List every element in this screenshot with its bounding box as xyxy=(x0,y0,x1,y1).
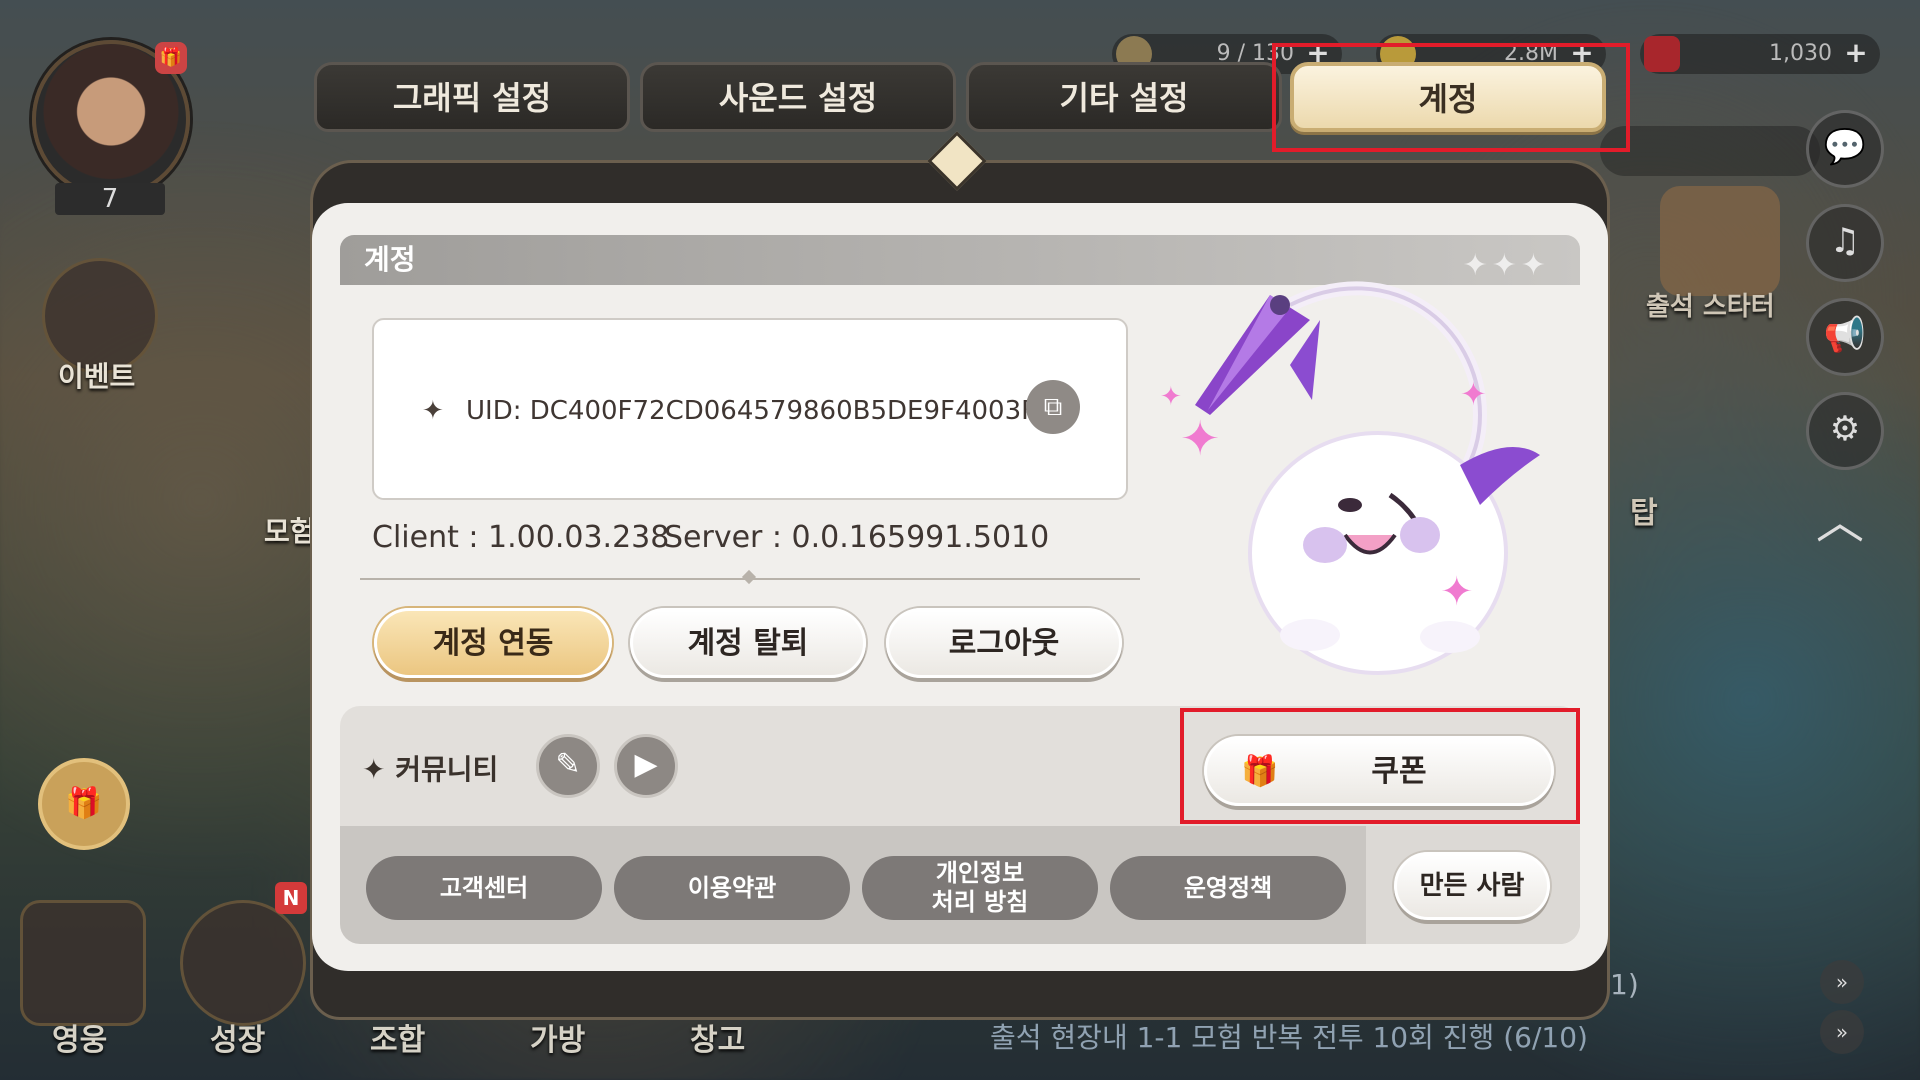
new-badge: N xyxy=(275,882,307,914)
client-version: Client : 1.00.03.238 xyxy=(372,520,670,555)
account-section-title: 계정 xyxy=(364,243,416,276)
play-icon: ▶ xyxy=(634,747,658,782)
sparkle-icon: ✦ xyxy=(362,753,396,786)
player-level: 7 xyxy=(55,183,165,215)
svg-text:✦: ✦ xyxy=(1160,382,1182,412)
operation-policy-button[interactable]: 운영정책 xyxy=(1110,856,1346,920)
nav-hero-label[interactable]: 영웅 xyxy=(52,1015,107,1059)
svg-text:✦: ✦ xyxy=(1180,411,1220,467)
add-gem-button[interactable]: + xyxy=(1842,39,1870,68)
youtube-button[interactable]: ▶ xyxy=(614,734,678,798)
collapse-up-icon[interactable]: ︿ xyxy=(1816,482,1864,552)
adventure-label: 모험 xyxy=(264,515,316,548)
tab-account[interactable]: 계정 xyxy=(1290,62,1606,132)
gem-counter: 1,030 + xyxy=(1640,34,1880,74)
gift-icon: 🎁 xyxy=(1241,754,1279,789)
community-forum-button[interactable]: ✎ xyxy=(536,734,600,798)
logout-button[interactable]: 로그아웃 xyxy=(886,608,1122,678)
tower-label: 탑 xyxy=(1630,496,1658,531)
uid-text: UID: DC400F72CD064579860B5DE9F4003FED xyxy=(466,396,1073,426)
copy-icon: ⧉ xyxy=(1043,392,1063,422)
mascot-illustration: ✦ ✦ ✦ ✦ xyxy=(1160,281,1540,675)
edit-note-icon: ✎ xyxy=(555,747,581,782)
growth-nav-icon[interactable] xyxy=(180,900,306,1026)
fast-forward-icon[interactable]: » xyxy=(1820,960,1864,1004)
chat-icon[interactable]: 💬 xyxy=(1806,110,1884,188)
quest-text[interactable]: 출석 현장내 1-1 모험 반복 전투 10회 진행 (6/10) xyxy=(990,1016,1588,1056)
community-label-text: 커뮤니티 xyxy=(395,753,499,786)
account-withdraw-button[interactable]: 계정 탈퇴 xyxy=(630,608,866,678)
starter-event-icon[interactable] xyxy=(1660,186,1780,296)
tab-graphics-settings[interactable]: 그래픽 설정 xyxy=(314,62,630,132)
starter-label: 출석 스타터 xyxy=(1646,292,1775,322)
tab-other-settings[interactable]: 기타 설정 xyxy=(966,62,1282,132)
account-link-button[interactable]: 계정 연동 xyxy=(374,608,612,678)
credits-button[interactable]: 만든 사람 xyxy=(1394,852,1550,920)
svg-text:✦: ✦ xyxy=(1460,375,1487,413)
terms-of-service-button[interactable]: 이용약관 xyxy=(614,856,850,920)
gift-badge-icon: 🎁 xyxy=(155,42,187,74)
nav-bag-label[interactable]: 가방 xyxy=(530,1015,585,1059)
community-label: ✦ 커뮤니티 xyxy=(362,748,498,788)
coupon-button[interactable]: 🎁 쿠폰 xyxy=(1204,736,1554,806)
privacy-policy-button[interactable]: 개인정보 처리 방침 xyxy=(862,856,1098,920)
coupon-label: 쿠폰 xyxy=(1371,754,1427,789)
hero-nav-icon[interactable] xyxy=(20,900,146,1026)
svg-text:✦: ✦ xyxy=(1440,569,1474,615)
notice-banner xyxy=(1600,126,1820,176)
fast-forward-icon[interactable]: » xyxy=(1820,1010,1864,1054)
gem-value: 1,030 xyxy=(1769,41,1832,66)
gem-icon xyxy=(1644,36,1680,72)
uid-box: ✦ UID: DC400F72CD064579860B5DE9F4003FED … xyxy=(372,318,1128,500)
nav-combine-label[interactable]: 조합 xyxy=(370,1015,425,1059)
copy-uid-button[interactable]: ⧉ xyxy=(1026,380,1080,434)
server-version: Server : 0.0.165991.5010 xyxy=(664,520,1050,555)
event-label: 이벤트 xyxy=(58,360,136,393)
gift-icon[interactable]: 🎁 xyxy=(38,758,130,850)
announce-icon[interactable]: 📢 xyxy=(1806,298,1884,376)
nav-storage-label[interactable]: 창고 xyxy=(690,1015,745,1059)
settings-gear-icon[interactable]: ⚙ xyxy=(1806,392,1884,470)
quest-progress-partial: 1) xyxy=(1610,968,1639,1001)
sparkle-icon: ✦ xyxy=(422,396,444,426)
music-icon[interactable]: ♫ xyxy=(1806,204,1884,282)
nav-growth-label[interactable]: 성장 xyxy=(210,1015,265,1059)
tab-sound-settings[interactable]: 사운드 설정 xyxy=(640,62,956,132)
customer-center-button[interactable]: 고객센터 xyxy=(366,856,602,920)
